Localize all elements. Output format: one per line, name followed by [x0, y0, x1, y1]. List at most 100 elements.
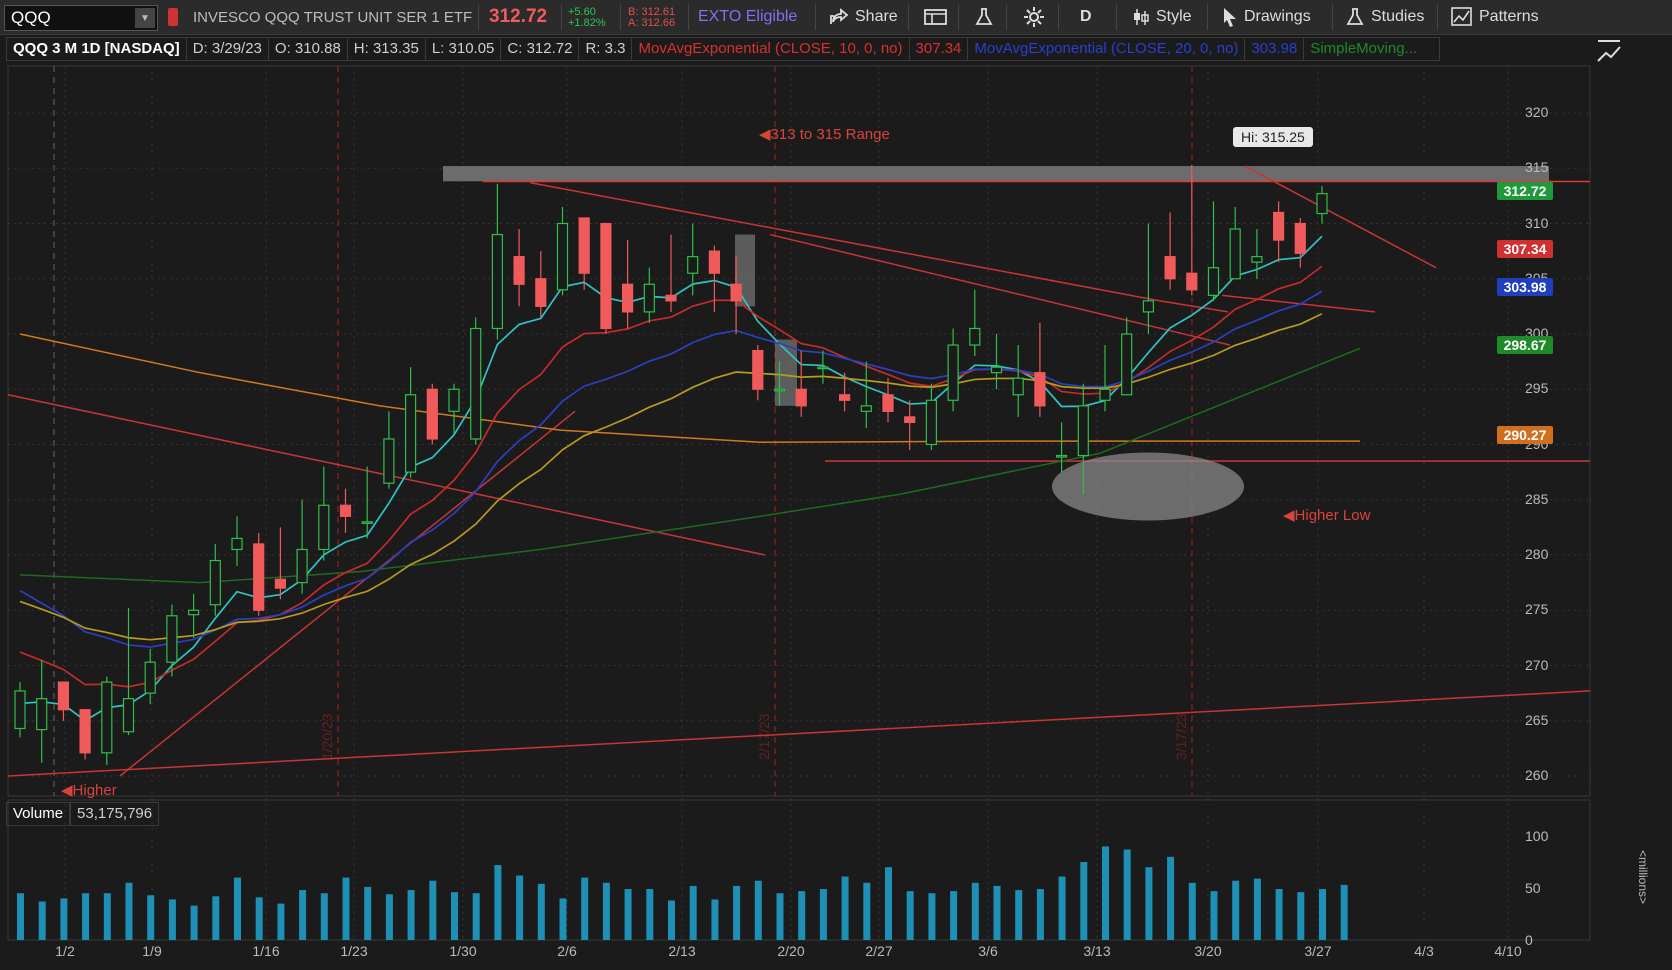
candle-up: [470, 327, 482, 440]
candle-up: [361, 521, 373, 524]
volume-bar: [602, 882, 610, 940]
ema20-label[interactable]: MovAvgExponential (CLOSE, 20, 0, no): [968, 37, 1246, 61]
date-tick-label: 3/13: [1083, 943, 1111, 959]
resistance-zone: [443, 166, 1549, 182]
candle-down: [535, 278, 547, 307]
higher-annotation-bottom[interactable]: ◀Higher: [61, 781, 117, 799]
volume-bar: [472, 893, 480, 940]
price-tick-label: 310: [1525, 214, 1549, 231]
date-tick-label: 1/30: [449, 943, 477, 959]
date-tick-label: 3/6: [978, 943, 998, 959]
volume-bar: [885, 867, 892, 940]
candle-up: [14, 690, 26, 730]
date-tick-label: 2/20: [777, 943, 805, 959]
volume-bar: [971, 882, 979, 940]
candle-down: [1272, 211, 1285, 241]
candle-up: [969, 327, 981, 346]
candle-down: [1294, 222, 1306, 254]
volume-bar: [1102, 846, 1109, 940]
candle-down: [274, 578, 286, 589]
volume-bar: [494, 865, 502, 940]
volume-bar: [147, 895, 155, 940]
volume-bar: [1015, 890, 1023, 940]
candle-up: [1207, 267, 1220, 296]
volume-bar: [38, 901, 46, 940]
chart-title[interactable]: QQQ 3 M 1D [NASDAQ]: [6, 37, 187, 61]
volume-bar: [320, 893, 328, 940]
volume-label[interactable]: Volume: [6, 802, 71, 826]
date-tick-label: 1/23: [340, 943, 368, 959]
volume-bar: [1188, 882, 1196, 940]
candle-down: [513, 256, 525, 285]
volume-value: 53,175,796: [70, 802, 160, 826]
candle-down: [426, 388, 438, 440]
volume-bar: [624, 889, 632, 940]
candle-up: [405, 394, 417, 473]
higher-low-annotation[interactable]: ◀Higher Low: [1283, 506, 1370, 524]
period-marker-label: 1/20/23: [319, 713, 335, 760]
chart-info-bar: QQQ 3 M 1D [NASDAQ] D: 3/29/23 O: 310.88…: [6, 37, 1441, 61]
price-chart[interactable]: 1/20/23 2/17/23 3/17/23: [0, 0, 1672, 970]
volume-bar: [1210, 891, 1218, 940]
volume-bar: [190, 905, 198, 940]
volume-bar: [581, 877, 589, 940]
volume-bar: [689, 885, 697, 940]
candle-up: [448, 388, 460, 412]
candle-up: [166, 615, 178, 663]
candle-down: [730, 283, 742, 302]
higher-low-label: Higher Low: [1294, 507, 1371, 524]
period-marker-label: 3/17/23: [1173, 713, 1189, 760]
date-tick-label: 2/13: [668, 943, 696, 959]
candle-down: [795, 388, 807, 407]
candle-up: [1012, 377, 1024, 396]
candle-up: [36, 698, 48, 731]
candle-up: [144, 661, 156, 694]
volume-bar: [1232, 880, 1240, 940]
volume-bar: [668, 900, 675, 940]
price-tick-label: 285: [1525, 490, 1549, 507]
volume-unit: <millions>: [1636, 850, 1650, 905]
candle-down: [79, 709, 91, 754]
volume-bar: [364, 886, 372, 940]
volume-bar: [255, 897, 263, 940]
volume-bar: [776, 893, 784, 940]
expand-chart-icon[interactable]: [1595, 38, 1623, 67]
volume-bar: [798, 891, 806, 940]
volume-bar: [516, 875, 524, 940]
price-tick-label: 260: [1525, 767, 1549, 783]
candle-up: [1121, 333, 1133, 396]
volume-bar: [1253, 878, 1261, 940]
candle-up: [687, 256, 699, 274]
candle-up: [209, 559, 221, 606]
volume-tick-label: 0: [1525, 932, 1533, 948]
range-annotation[interactable]: ◀313 to 315 Range: [759, 125, 890, 143]
candle-up: [773, 388, 786, 392]
date-tick-label: 1/2: [55, 943, 75, 959]
volume-bar: [212, 896, 220, 940]
volume-bar: [906, 891, 914, 940]
volume-bar: [1145, 867, 1153, 940]
candle-down: [339, 504, 352, 517]
volume-bar: [1058, 876, 1066, 940]
candle-down: [253, 543, 265, 611]
info-open: O: 310.88: [268, 37, 348, 61]
candle-up: [1229, 228, 1241, 280]
volume-bar: [451, 892, 458, 940]
ema10-label[interactable]: MovAvgExponential (CLOSE, 10, 0, no): [632, 37, 910, 61]
candle-up: [643, 283, 655, 313]
candle-down: [1186, 272, 1198, 291]
volume-bar: [168, 899, 176, 940]
range-flag-icon: ◀: [759, 126, 771, 143]
sma-label[interactable]: SimpleMoving...: [1304, 37, 1441, 61]
candle-down: [1034, 372, 1046, 407]
volume-bar: [993, 885, 1001, 940]
higher-low-flag-icon: ◀: [1283, 507, 1295, 524]
candle-up: [188, 609, 200, 616]
candle-down: [904, 416, 916, 424]
volume-bar: [711, 899, 719, 940]
period-marker-label: 2/17/23: [756, 713, 772, 760]
volume-bar: [342, 877, 350, 940]
candle-down: [838, 394, 851, 401]
higher-flag-icon: ◀: [61, 782, 73, 799]
date-tick-label: 2/27: [865, 943, 893, 959]
